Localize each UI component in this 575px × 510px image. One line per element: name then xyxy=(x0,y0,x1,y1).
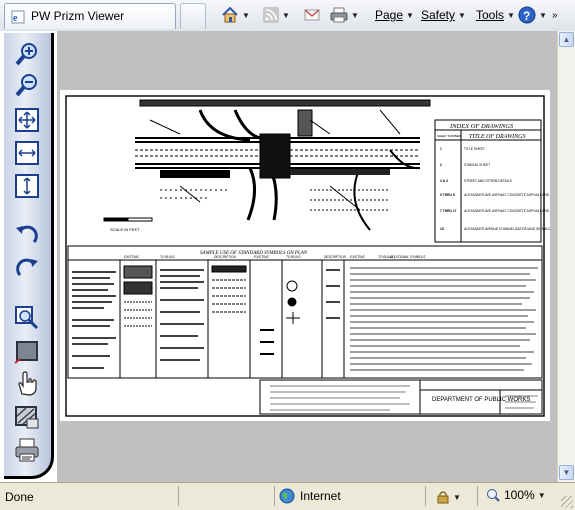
legend-header: EXISTING xyxy=(124,255,139,259)
status-separator xyxy=(274,486,275,506)
feeds-button[interactable]: ▼ xyxy=(263,4,290,26)
chevron-down-icon: ▼ xyxy=(458,10,466,20)
resize-grip[interactable] xyxy=(561,496,573,508)
index-row-number: 5 THRU 6 xyxy=(440,193,455,197)
home-icon xyxy=(222,6,238,23)
pan-hand-icon[interactable] xyxy=(14,370,40,396)
zoom-level-button[interactable]: 100% ▼ xyxy=(486,488,546,502)
chevron-down-icon: ▼ xyxy=(507,10,515,20)
legend-header: TO BUILD xyxy=(160,255,175,259)
tab-title: PW Prizm Viewer xyxy=(31,9,125,23)
home-button[interactable]: ▼ xyxy=(221,4,250,26)
feeds-dropdown-icon[interactable]: ▼ xyxy=(282,11,290,20)
index-row-title: TITLE SHEET xyxy=(464,147,485,151)
fit-width-icon[interactable] xyxy=(14,140,40,166)
page-menu-label: Page xyxy=(375,8,404,22)
protected-mode-button[interactable]: ▼ xyxy=(436,489,461,505)
department-label: DEPARTMENT OF PUBLIC WORKS xyxy=(432,397,530,403)
index-row-title: ALEXANDER AVENUE CHANNELIZATION AND SIGN… xyxy=(464,227,550,231)
legend-header: EXISTING xyxy=(350,255,365,259)
plan-drawing: SCALE IN FEET INDEX OF DRAWINGS SHEET NU… xyxy=(65,95,575,417)
vertical-scrollbar[interactable]: ▲ ▼ xyxy=(557,31,575,482)
print-document-icon[interactable] xyxy=(14,437,40,463)
rotate-left-icon[interactable] xyxy=(14,222,40,248)
printer-icon xyxy=(330,7,348,23)
chevron-down-icon: ▼ xyxy=(453,492,461,502)
drawing-sheet[interactable]: SCALE IN FEET INDEX OF DRAWINGS SHEET NU… xyxy=(60,90,575,421)
chevron-down-icon: ▼ xyxy=(406,10,414,20)
svg-text:?: ? xyxy=(523,9,530,23)
index-row-number: 3 & 4 xyxy=(440,179,448,183)
page-menu[interactable]: Page ▼ xyxy=(375,4,414,26)
lock-icon xyxy=(437,491,449,504)
status-text: Done xyxy=(5,490,34,504)
status-separator xyxy=(477,486,478,506)
legend-header: DESCRIPTION xyxy=(324,255,346,259)
help-dropdown-icon[interactable]: ▼ xyxy=(539,11,547,20)
help-icon: ? xyxy=(518,6,536,24)
zoom-label: 100% xyxy=(504,488,535,502)
scroll-down-button[interactable]: ▼ xyxy=(559,465,574,480)
print-dropdown-icon[interactable]: ▼ xyxy=(351,11,359,20)
index-rows: 1 TITLE SHEET 2 STAKING SHEET 3 & 4 STREET AN… xyxy=(440,147,575,231)
mail-icon xyxy=(304,9,320,21)
index-row-title: STREET AND STORM DETAILS xyxy=(464,179,513,183)
index-col-sheet: SHEET NUMBER xyxy=(437,134,462,138)
fit-height-icon[interactable] xyxy=(14,173,40,199)
new-tab-button[interactable] xyxy=(180,3,206,29)
index-row-title: ALEXANDER AVE ASPHALT CONCRETE ASPHALT A… xyxy=(464,193,550,197)
tools-menu[interactable]: Tools ▼ xyxy=(476,4,515,26)
status-separator xyxy=(178,486,179,506)
zoom-window-icon[interactable] xyxy=(14,305,40,331)
scale-label: SCALE IN FEET xyxy=(110,227,140,232)
index-row-title: STAKING SHEET xyxy=(464,163,490,167)
rotate-right-icon[interactable] xyxy=(14,255,40,281)
read-mail-button[interactable] xyxy=(304,4,320,26)
chevron-right-icon: » xyxy=(552,9,558,21)
zoom-in-icon[interactable] xyxy=(14,41,40,67)
security-zone[interactable]: Internet xyxy=(279,488,341,504)
rss-feed-icon xyxy=(263,7,279,23)
print-button[interactable]: ▼ xyxy=(330,4,359,26)
plan-view xyxy=(135,99,431,231)
legend-header: ADDITIONAL SYMBOLS xyxy=(389,255,426,259)
index-row-title: ALEXANDER AVE ASPHALT CONCRETE ASPHALT A… xyxy=(464,209,550,213)
page-content: SCALE IN FEET INDEX OF DRAWINGS SHEET NU… xyxy=(0,31,575,482)
zone-label: Internet xyxy=(300,489,341,503)
scroll-up-button[interactable]: ▲ xyxy=(559,32,574,47)
safety-menu-label: Safety xyxy=(421,8,456,22)
home-dropdown-icon[interactable]: ▼ xyxy=(242,11,250,20)
prizm-toolbar xyxy=(4,33,54,479)
index-row-number: 7 THRU 17 xyxy=(440,209,457,213)
magnifier-view-icon[interactable] xyxy=(14,404,40,430)
index-title: INDEX OF DRAWINGS xyxy=(449,123,514,130)
index-row-number: 1 xyxy=(440,147,442,151)
index-row-number: 18 xyxy=(440,227,444,231)
document-viewer[interactable]: SCALE IN FEET INDEX OF DRAWINGS SHEET NU… xyxy=(57,31,575,482)
legend-rows xyxy=(72,265,538,371)
chevron-down-icon: ▼ xyxy=(537,490,546,500)
ie-page-icon: e xyxy=(11,10,25,24)
index-col-title: TITLE OF DRAWINGS xyxy=(469,134,525,140)
index-row-number: 2 xyxy=(440,163,442,167)
toolbar-overflow-button[interactable]: » xyxy=(552,8,558,22)
browser-tab-bar: e PW Prizm Viewer ▼ ▼ ▼ Page ▼ Safety ▼ … xyxy=(0,0,575,32)
select-area-icon[interactable] xyxy=(14,339,40,365)
legend-header: DESCRIPTION xyxy=(214,255,236,259)
status-separator xyxy=(425,486,426,506)
safety-menu[interactable]: Safety ▼ xyxy=(421,4,466,26)
zoom-icon xyxy=(487,489,500,502)
zoom-out-icon[interactable] xyxy=(14,72,40,98)
legend-header: EXISTING xyxy=(254,255,269,259)
browser-tab[interactable]: e PW Prizm Viewer xyxy=(4,3,176,29)
legend-header: TO BUILD xyxy=(286,255,301,259)
tools-menu-label: Tools xyxy=(476,8,505,22)
status-bar: Done Internet ▼ 100% ▼ xyxy=(0,482,575,510)
scale-bar xyxy=(103,217,153,222)
svg-text:e: e xyxy=(13,13,18,24)
help-button[interactable]: ? ▼ xyxy=(518,4,547,26)
fit-page-icon[interactable] xyxy=(14,107,40,133)
globe-icon xyxy=(279,488,295,504)
